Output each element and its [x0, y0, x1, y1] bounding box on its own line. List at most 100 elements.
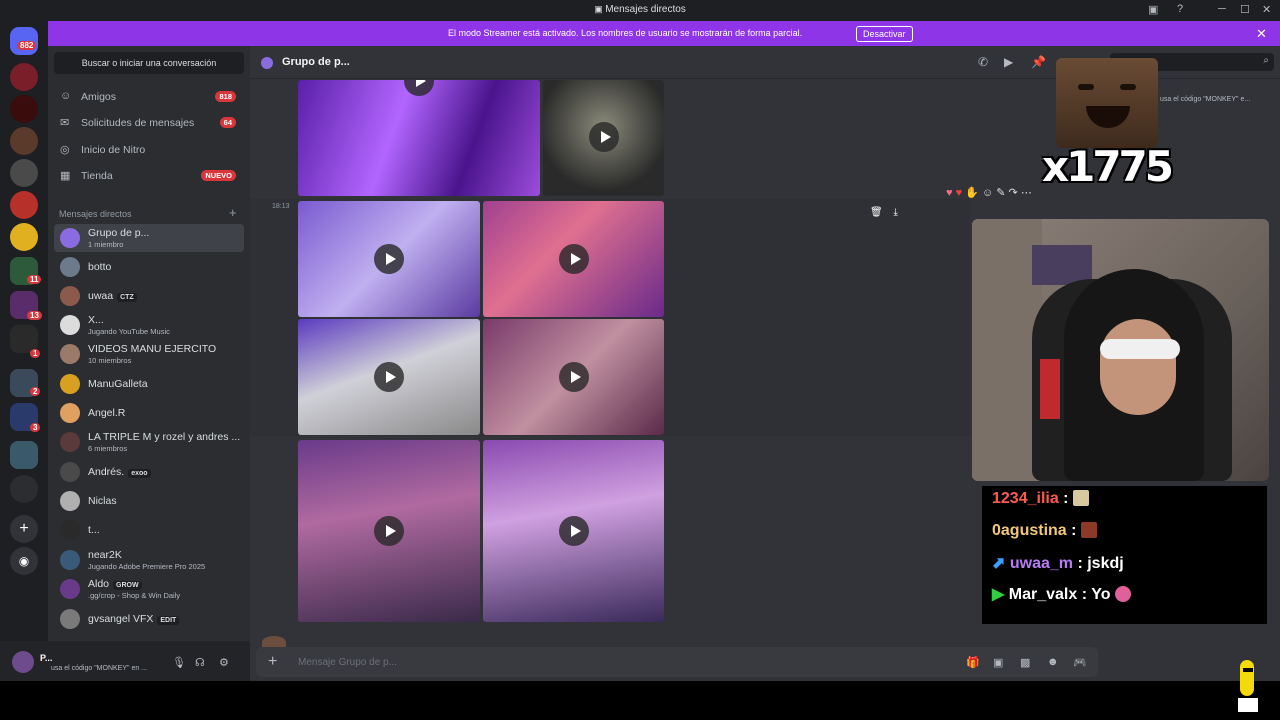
nav-label: Solicitudes de mensajes: [81, 117, 195, 129]
play-icon[interactable]: [404, 80, 434, 96]
nav-shop[interactable]: ▦ Tienda NUEVO: [54, 164, 244, 188]
call-icon[interactable]: ✆: [978, 55, 988, 69]
server-icon[interactable]: [10, 159, 38, 187]
dm-name: near2K: [88, 549, 122, 561]
server-icon[interactable]: [10, 95, 38, 123]
maximize-button[interactable]: ☐: [1240, 3, 1250, 16]
dm-item[interactable]: ManuGalleta: [54, 370, 244, 398]
dm-item[interactable]: VIDEOS MANU EJERCITO 10 miembros: [54, 340, 244, 368]
stream-chat-line: 0agustina :: [992, 522, 1097, 540]
reaction-heart-icon[interactable]: ♥: [956, 187, 963, 199]
nav-label: Tienda: [81, 170, 113, 182]
headphones-icon[interactable]: ☊: [195, 656, 205, 669]
stream-chat-line: ▶ Mar_valx : Yo: [992, 584, 1131, 604]
dm-sub: Jugando YouTube Music: [88, 327, 170, 336]
user-panel: P... usa el código "MONKEY" en ... 🎙 ☊ ⚙: [0, 641, 250, 681]
discover-icon[interactable]: ◉: [10, 547, 38, 575]
server-icon[interactable]: [10, 63, 38, 91]
emoji-icon[interactable]: ☻: [1047, 656, 1059, 668]
video-attachment[interactable]: [298, 80, 540, 196]
gear-icon[interactable]: ⚙: [219, 656, 229, 669]
forward-icon[interactable]: ↷: [1009, 187, 1018, 199]
more-icon[interactable]: ⋯: [1021, 187, 1032, 199]
video-icon[interactable]: ▶: [1004, 55, 1013, 69]
server-folder[interactable]: [10, 441, 38, 469]
meme-overlay: x1775: [1042, 58, 1174, 191]
help-icon[interactable]: ?: [1177, 3, 1183, 15]
play-icon[interactable]: [374, 362, 404, 392]
banana-glasses: [1243, 668, 1253, 672]
mail-icon: ✉: [60, 117, 70, 129]
dm-item[interactable]: Angel.R: [54, 399, 244, 427]
delete-icon[interactable]: 🗑: [870, 207, 883, 218]
dm-item[interactable]: near2K Jugando Adobe Premiere Pro 2025: [54, 546, 244, 574]
reaction-fire-icon[interactable]: ✋: [965, 187, 979, 199]
dm-tag: EDIT: [157, 616, 180, 625]
add-reaction-icon[interactable]: ☺: [982, 187, 993, 199]
close-window-button[interactable]: ✕: [1262, 3, 1271, 16]
mic-icon[interactable]: 🎙: [172, 656, 186, 669]
add-server-icon[interactable]: +: [10, 515, 38, 543]
deactivate-button[interactable]: Desactivar: [856, 26, 913, 42]
server-badge: 11: [27, 275, 42, 284]
play-icon[interactable]: [374, 516, 404, 546]
download-icon[interactable]: ⤓: [893, 207, 897, 218]
attachment-actions: 🗑 ⤓: [870, 207, 898, 218]
dm-item[interactable]: botto: [54, 253, 244, 281]
video-attachment[interactable]: [298, 440, 480, 622]
video-attachment[interactable]: [298, 201, 480, 317]
dm-sub: Jugando Adobe Premiere Pro 2025: [88, 562, 206, 571]
close-icon[interactable]: ✕: [1256, 26, 1267, 42]
nav-message-requests[interactable]: ✉ Solicitudes de mensajes 64: [54, 111, 244, 135]
add-attachment-icon[interactable]: +: [268, 653, 277, 671]
minimize-button[interactable]: ─: [1218, 3, 1226, 15]
dm-sub: .gg/crop - Shop & Win Daily: [88, 591, 181, 600]
video-attachment[interactable]: [543, 80, 664, 196]
dm-item[interactable]: Niclas: [54, 487, 244, 515]
nav-nitro[interactable]: ◎ Inicio de Nitro: [54, 138, 244, 162]
edit-icon[interactable]: ✎: [996, 187, 1005, 199]
play-icon[interactable]: [559, 516, 589, 546]
activity-icon[interactable]: 🎮: [1073, 656, 1087, 669]
dm-item[interactable]: Andrés. exoo: [54, 458, 244, 486]
video-attachment[interactable]: [483, 201, 664, 317]
discord-icon: ▣: [594, 4, 606, 14]
inbox-icon[interactable]: ▣: [1148, 3, 1158, 16]
dm-item[interactable]: X... Jugando YouTube Music: [54, 311, 244, 339]
dm-name: ManuGalleta: [88, 378, 148, 390]
dm-item[interactable]: Grupo de p... 1 miembro: [54, 224, 244, 252]
search-input[interactable]: Buscar o iniciar una conversación: [54, 52, 244, 74]
play-icon[interactable]: [559, 362, 589, 392]
server-icon[interactable]: [10, 191, 38, 219]
video-attachment[interactable]: [483, 319, 664, 435]
avatar: [60, 609, 80, 629]
server-icon[interactable]: [10, 127, 38, 155]
gift-icon[interactable]: 🎁: [966, 656, 980, 669]
server-icon[interactable]: [10, 475, 38, 503]
message-composer[interactable]: + Mensaje Grupo de p... 🎁 ▣ ▩ ☻ 🎮: [256, 647, 1098, 677]
create-dm-icon[interactable]: +: [229, 205, 237, 220]
dm-item[interactable]: gvsangel VFX EDIT: [54, 605, 244, 633]
gif-icon[interactable]: ▣: [993, 656, 1003, 669]
avatar[interactable]: [12, 651, 34, 673]
dm-item[interactable]: LA TRIPLE M y rozel y andres ... 6 miemb…: [54, 428, 244, 456]
emote-icon: [1114, 586, 1131, 602]
group-icon: [261, 57, 273, 69]
reaction-heart-icon[interactable]: ♥: [946, 187, 953, 199]
nav-friends[interactable]: ☺ Amigos 818: [54, 85, 244, 109]
sticker-icon[interactable]: ▩: [1020, 656, 1030, 669]
chat-title: Grupo de p...: [282, 56, 350, 68]
dancing-banana-icon: [1236, 656, 1260, 716]
play-icon[interactable]: [559, 244, 589, 274]
eye: [1078, 84, 1094, 90]
video-attachment[interactable]: [298, 319, 480, 435]
play-icon[interactable]: [374, 244, 404, 274]
dm-item[interactable]: Aldo GROW .gg/crop - Shop & Win Daily: [54, 575, 244, 603]
dm-item[interactable]: uwaa CTZ: [54, 282, 244, 310]
server-icon[interactable]: [10, 223, 38, 251]
play-icon[interactable]: [589, 122, 619, 152]
dm-item[interactable]: t...: [54, 516, 244, 544]
avatar: [60, 579, 80, 599]
video-attachment[interactable]: [483, 440, 664, 622]
emote-icon: [1072, 490, 1089, 506]
